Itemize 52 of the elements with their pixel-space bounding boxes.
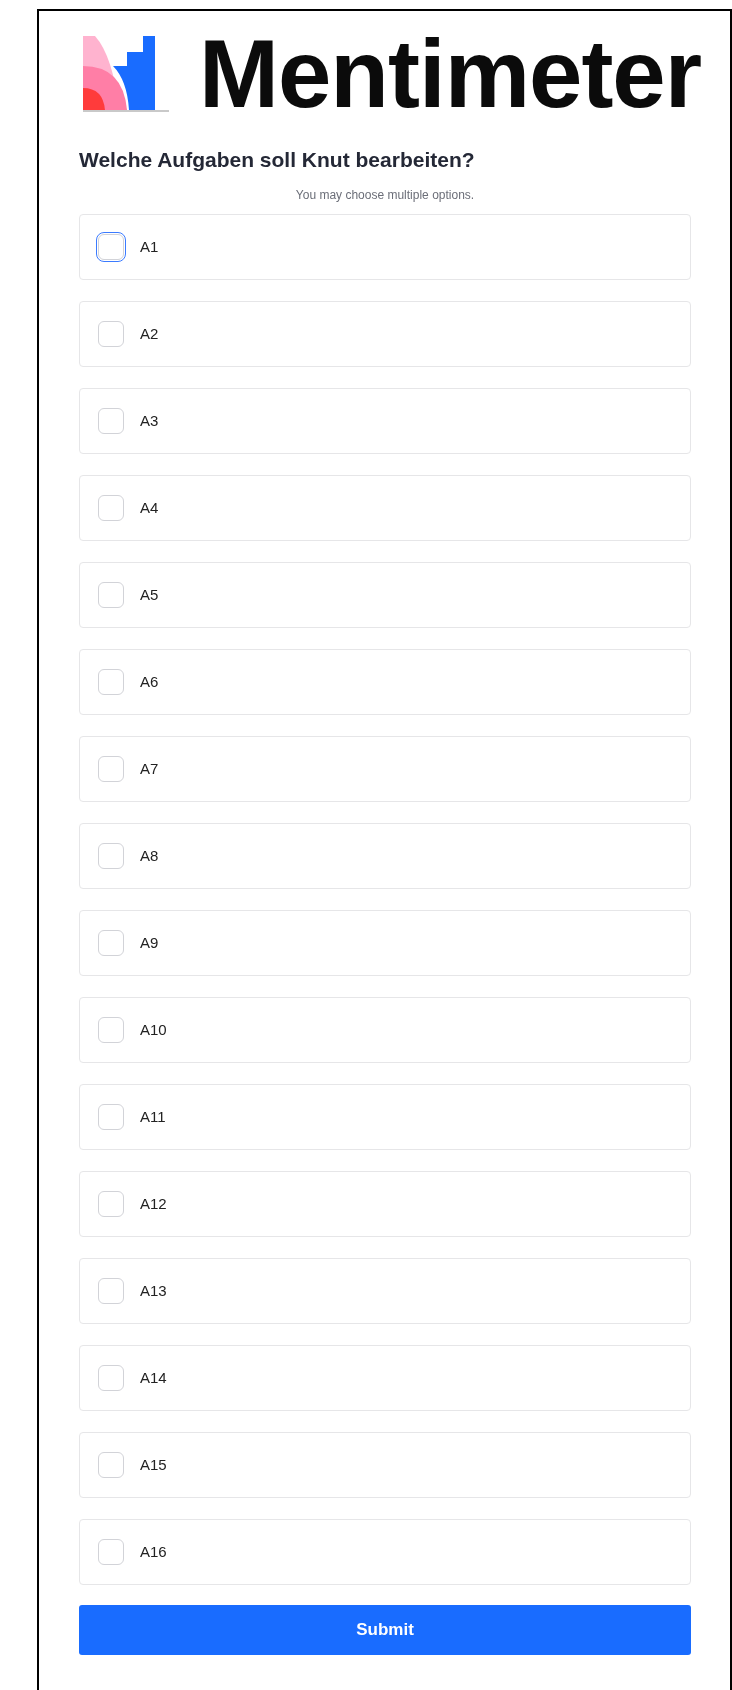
option-label: A2 [140, 323, 159, 344]
option-card[interactable]: A5 [79, 562, 691, 629]
checkbox[interactable] [98, 1365, 124, 1392]
checkbox[interactable] [98, 1278, 124, 1305]
checkbox[interactable] [98, 930, 124, 957]
option-label: A1 [140, 236, 159, 257]
checkbox[interactable] [98, 669, 124, 696]
option-card[interactable]: A6 [79, 649, 691, 716]
checkbox[interactable] [98, 756, 124, 783]
checkbox[interactable] [98, 843, 124, 870]
option-label: A5 [140, 584, 159, 605]
question-title: Welche Aufgaben soll Knut bearbeiten? [79, 147, 476, 173]
checkbox[interactable] [98, 495, 124, 522]
option-card[interactable]: A4 [79, 475, 691, 542]
checkbox[interactable] [98, 408, 124, 435]
option-label: A6 [140, 671, 159, 692]
option-label: A9 [140, 932, 159, 953]
option-label: A11 [140, 1106, 166, 1127]
checkbox[interactable] [98, 321, 124, 348]
checkbox[interactable] [98, 1191, 124, 1218]
option-card[interactable]: A16 [79, 1519, 691, 1586]
option-card[interactable]: A9 [79, 910, 691, 977]
checkbox[interactable] [98, 1539, 124, 1566]
option-label: A14 [140, 1367, 167, 1388]
option-card[interactable]: A8 [79, 823, 691, 890]
option-label: A10 [140, 1019, 167, 1040]
option-label: A15 [140, 1454, 167, 1475]
option-label: A12 [140, 1193, 167, 1214]
option-card[interactable]: A14 [79, 1345, 691, 1412]
option-label: A4 [140, 497, 159, 518]
option-label: A8 [140, 845, 159, 866]
option-card[interactable]: A11 [79, 1084, 691, 1151]
checkbox[interactable] [98, 1452, 124, 1479]
option-card[interactable]: A3 [79, 388, 691, 455]
option-card[interactable]: A10 [79, 997, 691, 1064]
option-card[interactable]: A15 [79, 1432, 691, 1499]
logo-icon [83, 36, 169, 112]
option-card[interactable]: A12 [79, 1171, 691, 1238]
hint-text: You may choose multiple options. [294, 187, 476, 205]
option-card[interactable]: A7 [79, 736, 691, 803]
submit-button[interactable]: Submit [79, 1605, 691, 1656]
option-label: A13 [140, 1280, 167, 1301]
option-card[interactable]: A1 [79, 214, 691, 281]
logo-text: Mentimeter [199, 26, 702, 122]
checkbox[interactable] [98, 582, 124, 609]
option-card[interactable]: A13 [79, 1258, 691, 1325]
checkbox[interactable] [98, 1017, 124, 1044]
option-label: A16 [140, 1541, 167, 1562]
option-card[interactable]: A2 [79, 301, 691, 368]
checkbox[interactable] [98, 1104, 124, 1131]
option-label: A7 [140, 758, 159, 779]
option-label: A3 [140, 410, 159, 431]
